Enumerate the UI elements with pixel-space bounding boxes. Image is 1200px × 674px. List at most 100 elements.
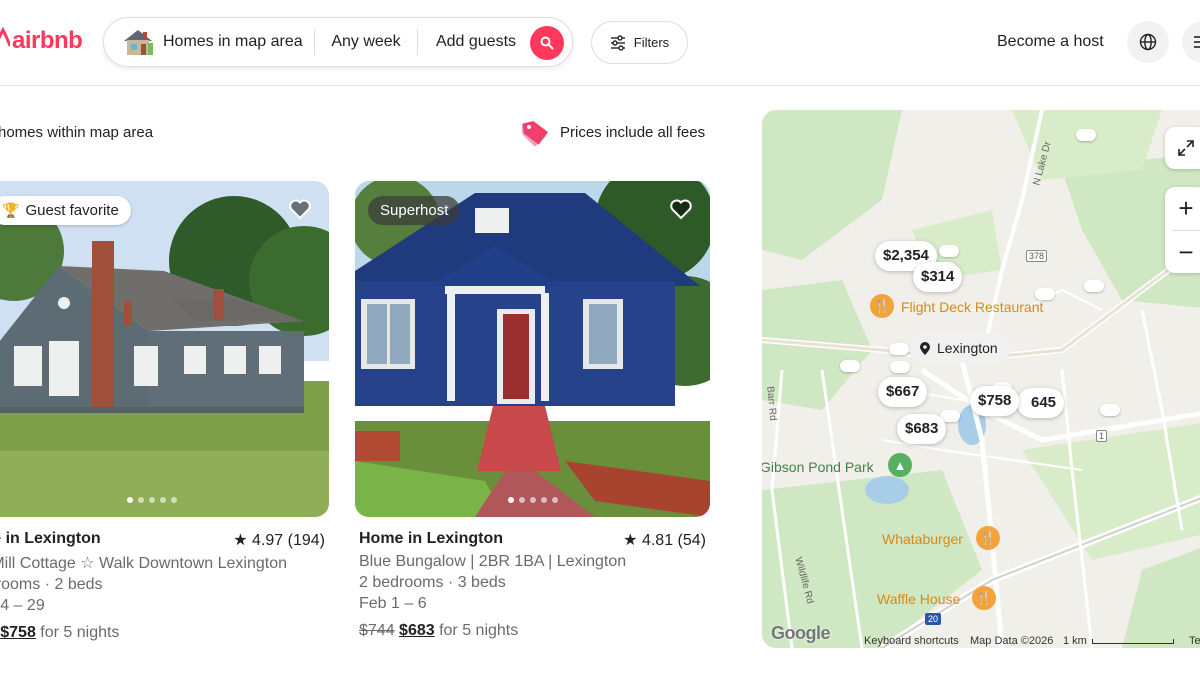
map-zoom-controls: + −	[1165, 187, 1200, 273]
map-panel[interactable]: + − $2,354 $314 Lexington 645 $667 $758 …	[762, 110, 1200, 648]
discount-price[interactable]: $683	[399, 622, 435, 639]
listing-dates: n 24 – 29	[0, 597, 45, 614]
hamburger-icon	[1194, 36, 1200, 48]
map-mini-pin[interactable]	[840, 360, 860, 372]
map-mini-pin[interactable]	[1076, 129, 1096, 141]
town-name: Lexington	[937, 340, 998, 356]
become-host-link[interactable]: Become a host	[997, 33, 1104, 51]
guest-favorite-badge: 🏆 Guest favorite	[0, 196, 131, 225]
brand-name: airbnb	[12, 27, 83, 54]
map-mini-pin[interactable]	[890, 361, 910, 373]
highway-sign: 378	[1026, 250, 1048, 262]
discount-price[interactable]: $758	[0, 624, 36, 641]
map-mini-pin[interactable]	[1084, 280, 1104, 292]
search-button[interactable]	[530, 26, 564, 60]
place-label[interactable]: Whataburger	[882, 531, 963, 547]
carousel-dot[interactable]	[148, 497, 155, 503]
scale-label[interactable]: 1 km	[1063, 635, 1087, 647]
fees-label: Prices include all fees	[560, 123, 706, 141]
carousel-dot[interactable]	[529, 497, 536, 503]
carousel-dot[interactable]	[137, 497, 144, 503]
map-mini-pin[interactable]	[939, 245, 959, 257]
map-base	[762, 110, 1200, 648]
place-label[interactable]: Flight Deck Restaurant	[901, 299, 1043, 315]
listing-title: me in Lexington	[0, 530, 101, 547]
map-price-pin[interactable]: $758	[970, 386, 1020, 416]
map-data-label[interactable]: Map Data ©2026	[970, 635, 1053, 647]
zoom-in-button[interactable]: +	[1165, 187, 1200, 230]
photo-carousel-dots	[126, 497, 177, 503]
original-price: $744	[359, 622, 395, 639]
badge-label: Guest favorite	[25, 202, 119, 219]
filters-button[interactable]: Filters	[591, 21, 688, 64]
carousel-dot[interactable]	[159, 497, 166, 503]
carousel-dot[interactable]	[540, 497, 547, 503]
map-expand-button[interactable]	[1165, 127, 1200, 169]
carousel-dot[interactable]	[518, 497, 525, 503]
carousel-dot[interactable]	[507, 497, 514, 503]
map-price-pin[interactable]: $314	[913, 262, 963, 292]
highway-sign: 1	[1096, 430, 1108, 442]
globe-icon	[1139, 33, 1157, 51]
listing-photo[interactable]: Superhost	[355, 181, 710, 517]
map-price-pin[interactable]: 645	[1017, 388, 1065, 418]
restaurant-icon[interactable]: 🍴	[976, 526, 1000, 550]
keyboard-shortcuts-link[interactable]: Keyboard shortcuts	[864, 635, 959, 647]
search-where[interactable]: Homes in map area	[104, 18, 314, 66]
place-label[interactable]: Waffle House	[877, 591, 960, 607]
language-button[interactable]	[1127, 21, 1169, 63]
airbnb-logo-icon	[0, 26, 10, 47]
filters-label: Filters	[633, 35, 670, 50]
listing-subtitle: Blue Bungalow | 2BR 1BA | Lexington	[359, 553, 627, 570]
house-photo	[0, 181, 329, 517]
expand-icon	[1178, 140, 1194, 156]
scale-bar	[1092, 639, 1174, 644]
restaurant-icon[interactable]: 🍴	[972, 586, 996, 610]
location-pin-icon	[920, 341, 930, 355]
zoom-out-button[interactable]: −	[1165, 231, 1200, 274]
price-fees-notice: Prices include all fees	[520, 118, 705, 146]
top-header: airbnb Homes in map area Any week Add gu…	[0, 0, 1200, 86]
search-who[interactable]: Add guests	[418, 33, 534, 51]
search-who-label: Add guests	[435, 33, 517, 50]
terms-link[interactable]: Te	[1189, 635, 1200, 647]
place-label[interactable]: Gibson Pond Park	[762, 459, 874, 475]
listing-rating: ★ 4.81 (54)	[623, 532, 706, 549]
listing-rating: ★ 4.97 (194)	[233, 532, 325, 549]
interstate-sign: 20	[925, 613, 942, 625]
map-mini-pin[interactable]	[1100, 404, 1120, 416]
carousel-dot[interactable]	[170, 497, 177, 503]
listing-beds: 2 bedrooms · 3 beds	[359, 574, 506, 591]
heart-icon[interactable]	[668, 196, 694, 222]
search-when[interactable]: Any week	[315, 33, 417, 51]
trophy-icon: 🏆	[2, 202, 20, 218]
listing-title: Home in Lexington	[359, 530, 503, 547]
badge-label: Superhost	[380, 202, 449, 219]
search-when-label: Any week	[331, 33, 401, 50]
park-icon[interactable]: ▲	[888, 453, 912, 477]
search-where-label: Homes in map area	[163, 33, 303, 50]
map-mini-pin[interactable]	[889, 343, 909, 355]
user-menu-button[interactable]	[1182, 21, 1200, 63]
carousel-dot[interactable]	[126, 497, 133, 503]
restaurant-icon[interactable]: 🍴	[870, 294, 894, 318]
listing-card[interactable]: 🏆 Guest favorite me in Lexington ★ 4.97 …	[0, 181, 329, 642]
listing-price: 93 $758 for 5 nights	[0, 624, 329, 642]
superhost-badge: Superhost	[368, 196, 461, 225]
heart-icon[interactable]	[287, 196, 313, 222]
price-suffix: for 5 nights	[434, 622, 519, 639]
results-count: homes within map area	[0, 124, 154, 141]
town-label: Lexington	[910, 333, 1010, 363]
airbnb-logo[interactable]: airbnb	[0, 26, 83, 56]
listing-price: $744 $683 for 5 nights	[359, 622, 710, 640]
search-bar[interactable]: Homes in map area Any week Add guests	[103, 17, 573, 67]
sliders-icon	[610, 34, 625, 51]
listing-photo[interactable]: 🏆 Guest favorite	[0, 181, 329, 517]
carousel-dot[interactable]	[551, 497, 558, 503]
photo-carousel-dots	[507, 497, 558, 503]
listing-card[interactable]: Superhost Home in Lexington ★ 4.81 (54) …	[355, 181, 710, 640]
map-price-pin[interactable]: $683	[897, 414, 947, 444]
price-suffix: for 5 nights	[35, 624, 120, 641]
map-price-pin[interactable]: $667	[878, 377, 928, 407]
search-icon	[540, 36, 554, 50]
